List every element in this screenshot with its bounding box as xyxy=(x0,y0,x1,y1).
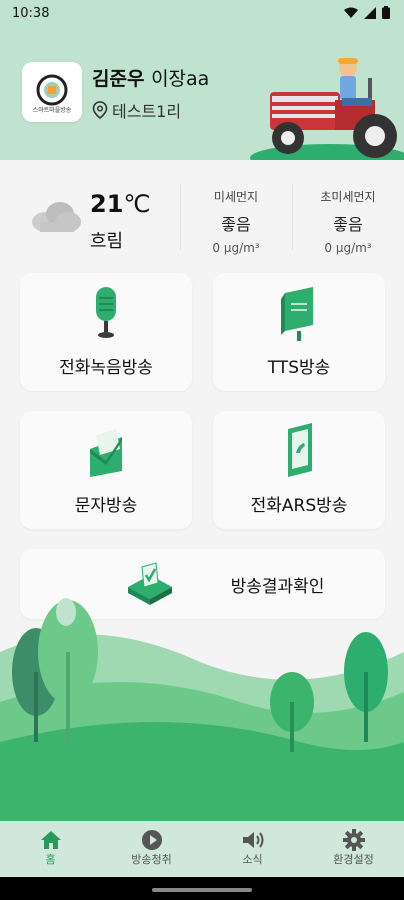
temperature-unit: ℃ xyxy=(123,190,151,218)
status-icons xyxy=(344,6,390,19)
weather-condition: 흐림 xyxy=(90,231,124,252)
wifi-icon xyxy=(344,7,358,18)
weather-panel: 21℃ 흐림 미세먼지 좋음 0 μg/m³ 초미세먼지 좋음 0 μg/m³ xyxy=(0,170,404,260)
fine-dust-value: 0 μg/m³ xyxy=(212,241,260,255)
phone-record-label: 전화녹음방송 xyxy=(59,358,153,378)
ultra-fine-dust: 초미세먼지 좋음 0 μg/m³ xyxy=(298,188,398,255)
user-role: 이장aa xyxy=(151,68,210,90)
divider xyxy=(180,184,181,250)
temperature-value: 21 xyxy=(90,190,124,218)
ultra-fine-dust-status: 좋음 xyxy=(333,215,363,234)
nav-news[interactable]: 소식 xyxy=(202,821,303,877)
nav-settings-label: 환경설정 xyxy=(333,853,374,866)
gear-icon xyxy=(342,829,365,851)
nav-listen-label: 방송청취 xyxy=(131,853,172,866)
user-name: 김준우 이장aa xyxy=(92,64,209,91)
status-time: 10:38 xyxy=(12,6,50,21)
text-broadcast-button[interactable]: 문자방송 xyxy=(20,411,192,529)
fine-dust-title: 미세먼지 xyxy=(213,190,259,204)
phone-ars-label: 전화ARS방송 xyxy=(250,496,348,516)
text-label: 문자방송 xyxy=(74,496,138,516)
profile-header: 스마트마을방송 김준우 이장aa 테스트1리 xyxy=(0,28,404,160)
tts-label: TTS방송 xyxy=(267,358,331,378)
phone-ars-broadcast-button[interactable]: 전화ARS방송 xyxy=(213,411,385,529)
logo-text: 스마트마을방송 xyxy=(32,107,72,114)
nav-home-label: 홈 xyxy=(45,853,56,866)
ultra-fine-dust-value: 0 μg/m³ xyxy=(324,241,372,255)
nav-listen[interactable]: 방송청취 xyxy=(101,821,202,877)
village-logo: 스마트마을방송 xyxy=(22,62,82,122)
microphone-icon xyxy=(96,287,116,338)
temperature: 21℃ xyxy=(90,190,150,218)
divider xyxy=(292,184,293,250)
home-icon xyxy=(40,831,61,849)
fine-dust: 미세먼지 좋음 0 μg/m³ xyxy=(186,188,286,255)
gesture-handle[interactable] xyxy=(152,888,252,892)
landscape-illustration xyxy=(0,598,404,822)
ultra-fine-dust-title: 초미세먼지 xyxy=(320,190,376,204)
nav-home[interactable]: 홈 xyxy=(0,821,101,877)
cloudy-icon xyxy=(32,202,81,232)
phone-record-broadcast-button[interactable]: 전화녹음방송 xyxy=(20,273,192,391)
user-name-text: 김준우 xyxy=(92,68,145,90)
status-bar: 10:38 xyxy=(0,0,404,28)
fine-dust-status: 좋음 xyxy=(221,215,251,234)
battery-icon xyxy=(382,6,390,19)
envelope-icon xyxy=(90,429,122,477)
bottom-navigation: 홈 방송청취 소식 환경설정 xyxy=(0,821,404,877)
location-pin-icon xyxy=(92,101,108,119)
tts-sign-icon xyxy=(281,287,313,341)
speaker-icon xyxy=(242,832,263,848)
location: 테스트1리 xyxy=(92,98,181,122)
location-text: 테스트1리 xyxy=(112,102,182,121)
tractor-illustration xyxy=(250,58,404,160)
smartphone-icon xyxy=(288,423,312,477)
signal-icon xyxy=(364,6,376,19)
nav-settings[interactable]: 환경설정 xyxy=(303,821,404,877)
tts-broadcast-button[interactable]: TTS방송 xyxy=(213,273,385,391)
play-icon xyxy=(141,830,162,850)
nav-news-label: 소식 xyxy=(242,853,263,866)
